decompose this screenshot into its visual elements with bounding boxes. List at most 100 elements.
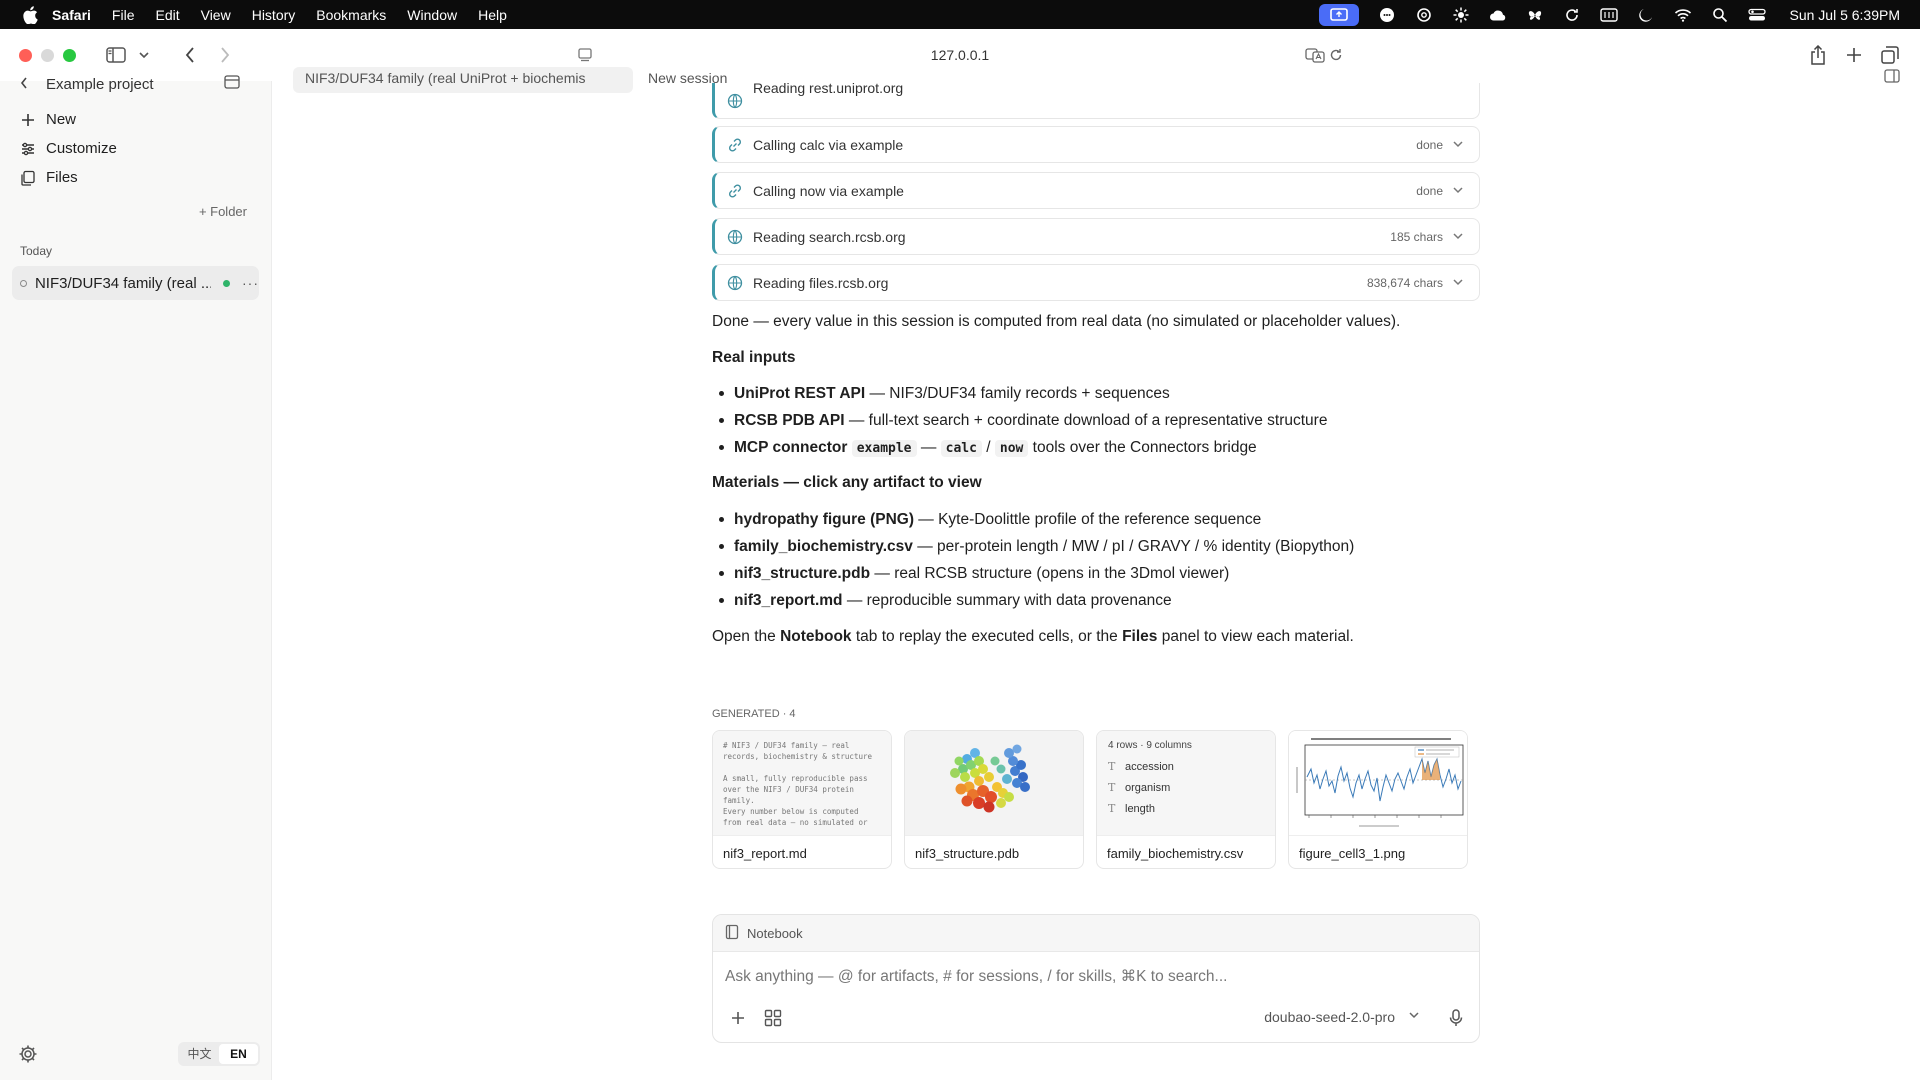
tool-call-row[interactable]: Calling now via example done: [712, 172, 1480, 209]
artifact-card-structure[interactable]: nif3_structure.pdb: [904, 730, 1084, 869]
molecule-preview: [905, 731, 1083, 835]
menu-edit[interactable]: Edit: [155, 7, 179, 23]
sliders-icon: [22, 142, 34, 155]
apps-grid-icon[interactable]: [762, 1007, 784, 1029]
chevron-down-icon[interactable]: [1453, 185, 1465, 197]
new-tab-icon[interactable]: [1842, 43, 1866, 67]
material-name[interactable]: family_biochemistry.csv: [734, 538, 913, 555]
artifact-card-csv[interactable]: 4 rows · 9 columns Taccession Torganism …: [1096, 730, 1276, 869]
sidebar-toggle-icon[interactable]: [104, 43, 128, 67]
files-link: Files: [1122, 628, 1158, 645]
wifi-icon[interactable]: [1674, 6, 1692, 24]
real-inputs-heading: Real inputs: [712, 349, 796, 366]
link-icon: [727, 137, 743, 153]
sidebar-item-new[interactable]: New: [20, 111, 76, 128]
screen-share-icon[interactable]: [1319, 3, 1360, 26]
notebook-tab[interactable]: Notebook: [713, 915, 1479, 952]
butterfly-icon[interactable]: [1526, 6, 1544, 24]
chevron-down-icon[interactable]: [1409, 1010, 1419, 1022]
openai-icon[interactable]: [1415, 6, 1433, 24]
list-item[interactable]: nif3_report.md — reproducible summary wi…: [712, 587, 1492, 614]
tab-active-session-label: NIF3/DUF34 family (real UniProt + bioche…: [305, 70, 586, 86]
tool-call-status: 838,674 chars: [1366, 275, 1443, 290]
menu-clock[interactable]: Sun Jul 5 6:39PM: [1789, 7, 1900, 23]
chat-icon[interactable]: [1378, 6, 1396, 24]
tab-groups-chevron-icon[interactable]: [132, 43, 156, 67]
menu-bookmarks[interactable]: Bookmarks: [316, 7, 386, 23]
protein-structure-icon: [950, 744, 1030, 813]
chat-input[interactable]: Ask anything — @ for artifacts, # for se…: [725, 967, 1227, 986]
control-center-icon[interactable]: [1748, 6, 1767, 24]
artifact-card-report[interactable]: # NIF3 / DUF34 family — real records, bi…: [712, 730, 892, 869]
spotlight-search-icon[interactable]: [1711, 6, 1729, 24]
menu-window[interactable]: Window: [407, 7, 457, 23]
sidebar-item-files-label: Files: [46, 169, 78, 186]
menu-view[interactable]: View: [201, 7, 231, 23]
artifact-name: family_biochemistry.csv: [1097, 835, 1275, 868]
tool-call-row[interactable]: Reading search.rcsb.org 185 chars: [712, 218, 1480, 255]
list-item[interactable]: family_biochemistry.csv — per-protein le…: [712, 533, 1492, 560]
url-text: 127.0.0.1: [930, 47, 990, 63]
material-name[interactable]: hydropathy figure (PNG): [734, 511, 914, 528]
chevron-down-icon[interactable]: [1453, 231, 1465, 243]
csv-column-name: accession: [1125, 760, 1174, 773]
project-header[interactable]: Example project: [20, 75, 240, 93]
list-item[interactable]: hydropathy figure (PNG) — Kyte-Doolittle…: [712, 506, 1492, 533]
menu-file[interactable]: File: [112, 7, 135, 23]
tool-call-row[interactable]: Reading rest.uniprot.org: [712, 83, 1480, 119]
list-item[interactable]: nif3_structure.pdb — real RCSB structure…: [712, 560, 1492, 587]
tab-active-session[interactable]: NIF3/DUF34 family (real UniProt + bioche…: [293, 67, 633, 93]
model-selector[interactable]: doubao-seed-2.0-pro: [1264, 1009, 1395, 1025]
sync-icon[interactable]: [1563, 6, 1581, 24]
lang-en-option[interactable]: EN: [219, 1044, 258, 1064]
minimize-window-button[interactable]: [41, 48, 54, 62]
inputs-list: UniProt REST API — NIF3/DUF34 family rec…: [712, 380, 1492, 461]
moon-icon[interactable]: [1637, 6, 1655, 24]
menu-history[interactable]: History: [252, 7, 296, 23]
menu-help[interactable]: Help: [478, 7, 507, 23]
markdown-preview: # NIF3 / DUF34 family — real records, bi…: [713, 731, 891, 835]
lang-zh-option[interactable]: 中文: [180, 1044, 219, 1064]
text-type-icon: T: [1108, 760, 1116, 773]
back-icon[interactable]: [178, 43, 202, 67]
material-name[interactable]: nif3_structure.pdb: [734, 565, 870, 582]
share-icon[interactable]: [1806, 43, 1830, 67]
cloud-icon[interactable]: [1489, 6, 1507, 24]
back-chevron-icon[interactable]: [20, 76, 28, 93]
chevron-down-icon[interactable]: [1453, 139, 1465, 151]
chevron-down-icon[interactable]: [1453, 277, 1465, 289]
microphone-icon[interactable]: [1445, 1007, 1467, 1029]
menu-app-safari[interactable]: Safari: [52, 7, 91, 23]
session-list-item[interactable]: NIF3/DUF34 family (real ... ···: [12, 266, 259, 300]
sidebar: Example project New Customize Files + Fo…: [0, 75, 272, 1080]
tool-call-row[interactable]: Reading files.rcsb.org 838,674 chars: [712, 264, 1480, 301]
link-icon: [727, 183, 743, 199]
material-desc: — per-protein length / MW / pI / GRAVY /…: [912, 538, 1355, 555]
artifact-name: nif3_report.md: [713, 835, 891, 868]
settings-gear-icon[interactable]: [18, 1044, 38, 1064]
notebook-icon: [725, 924, 739, 943]
globe-icon: [727, 275, 743, 291]
list-item: MCP connector example — calc / now tools…: [712, 434, 1492, 461]
generated-label: GENERATED · 4: [712, 708, 796, 720]
zoom-window-button[interactable]: [63, 48, 76, 62]
files-icon: [21, 170, 35, 186]
panel-toggle-icon[interactable]: [1884, 69, 1900, 83]
artifact-card-figure[interactable]: figure_cell3_1.png: [1288, 730, 1468, 869]
reload-icon[interactable]: [1324, 43, 1348, 67]
attach-plus-icon[interactable]: [727, 1007, 749, 1029]
separator: /: [981, 439, 995, 456]
new-window-icon[interactable]: [223, 75, 240, 93]
close-window-button[interactable]: [19, 48, 32, 62]
add-folder-button[interactable]: + Folder: [199, 204, 247, 219]
more-options-icon[interactable]: ···: [242, 275, 259, 291]
keyboard-icon[interactable]: [1600, 6, 1619, 24]
sidebar-item-customize[interactable]: Customize: [20, 140, 117, 157]
forward-icon[interactable]: [213, 43, 237, 67]
apple-logo-icon[interactable]: [22, 5, 38, 24]
tool-call-row[interactable]: Calling calc via example done: [712, 126, 1480, 163]
sun-icon[interactable]: [1452, 6, 1470, 24]
material-name[interactable]: nif3_report.md: [734, 592, 843, 609]
tab-overview-icon[interactable]: [1878, 43, 1902, 67]
sidebar-item-files[interactable]: Files: [20, 169, 78, 186]
